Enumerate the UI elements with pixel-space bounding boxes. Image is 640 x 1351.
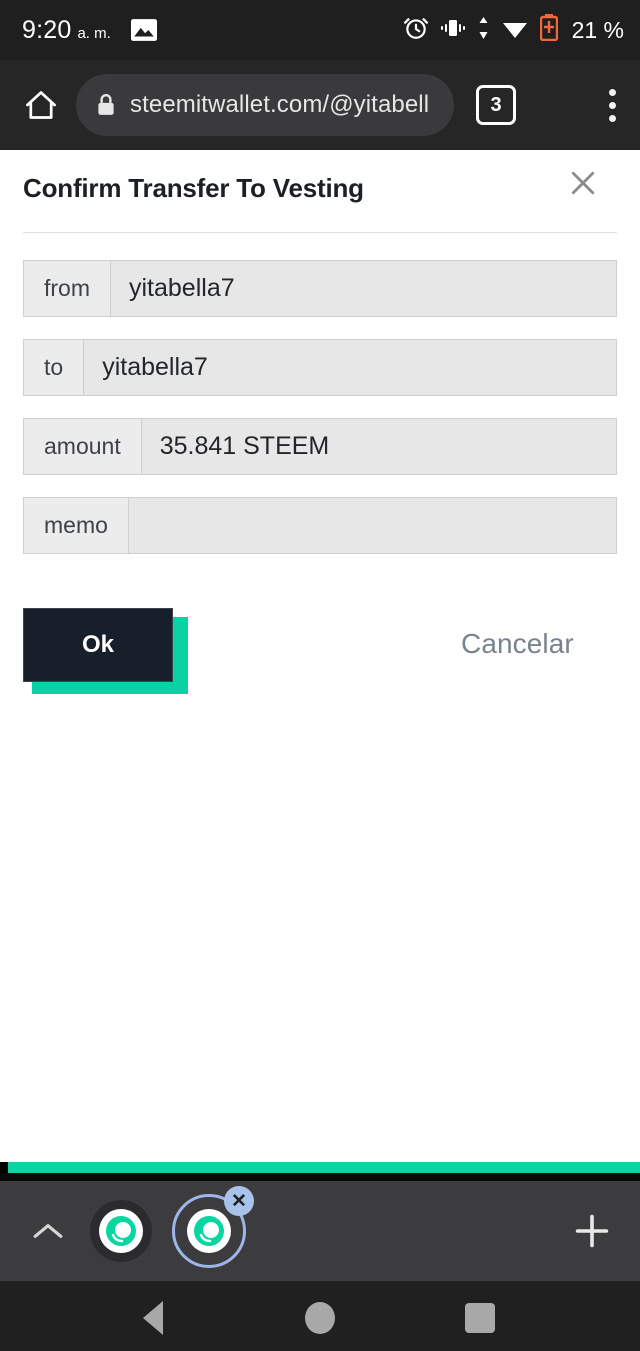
menu-dot [609,101,616,109]
home-icon[interactable] [10,88,72,122]
accent-strip-fill [8,1162,640,1173]
overflow-menu-icon[interactable] [609,88,616,122]
web-page-content: Confirm Transfer To Vesting from yitabel… [0,150,640,1162]
close-icon[interactable] [566,166,600,200]
url-bar[interactable]: steemitwallet.com/@yitabell [76,74,454,136]
field-row-from: from yitabella7 [23,260,617,317]
battery-charging-icon [539,14,558,46]
alarm-icon [403,15,429,46]
ok-button-wrapper: Ok [23,608,188,698]
status-ampm: a. m. [77,24,111,42]
field-row-memo: memo [23,497,617,554]
field-value-to: yitabella7 [84,340,616,395]
field-label-memo: memo [24,498,129,553]
status-bar-right: 21 % [403,14,640,46]
browser-toolbar: steemitwallet.com/@yitabell 3 [0,60,640,150]
strip-gap [0,1173,640,1181]
lock-icon [96,93,116,117]
close-tab-icon[interactable]: ✕ [224,1186,254,1216]
page-accent-strip [0,1162,640,1173]
field-row-amount: amount 35.841 STEEM [23,418,617,475]
page-title: Confirm Transfer To Vesting [23,173,364,203]
field-value-amount: 35.841 STEEM [141,419,616,474]
url-text: steemitwallet.com/@yitabell [130,91,430,118]
wifi-icon [501,17,529,44]
tab-thumbnail-2-selected[interactable]: ✕ [172,1186,254,1268]
data-transfer-icon [477,16,490,45]
steem-favicon [99,1209,143,1253]
status-time: 9:20 [22,15,72,44]
field-value-memo [128,498,616,553]
field-label-from: from [24,261,111,316]
status-bar-left: 9:20 a. m. [0,16,157,45]
image-icon [130,18,157,46]
battery-percent: 21 % [571,16,624,43]
field-row-to: to yitabella7 [23,339,617,396]
ok-button[interactable]: Ok [23,608,173,682]
field-value-from: yitabella7 [111,261,616,316]
plus-icon[interactable] [574,1213,610,1249]
tab-thumbnail-1[interactable] [90,1200,152,1262]
status-bar: 9:20 a. m. 21 % [0,0,640,60]
menu-dot [609,114,616,122]
back-triangle-icon[interactable] [143,1301,163,1335]
browser-tab-strip: ✕ [0,1181,640,1281]
tab-count-label: 3 [490,93,502,116]
android-nav-bar [0,1281,640,1351]
dialog-actions: Ok Cancelar [0,598,640,698]
cancel-button[interactable]: Cancelar [461,628,574,660]
vibrate-icon [440,17,466,44]
title-divider [23,232,617,233]
recents-square-icon[interactable] [465,1303,495,1333]
home-circle-icon[interactable] [305,1302,335,1334]
field-label-to: to [24,340,85,395]
menu-dot [609,88,616,96]
chevron-up-icon[interactable] [28,1220,68,1242]
field-label-amount: amount [24,419,142,474]
transfer-details-list: from yitabella7 to yitabella7 amount 35.… [23,260,623,576]
tab-count-button[interactable]: 3 [476,85,516,125]
